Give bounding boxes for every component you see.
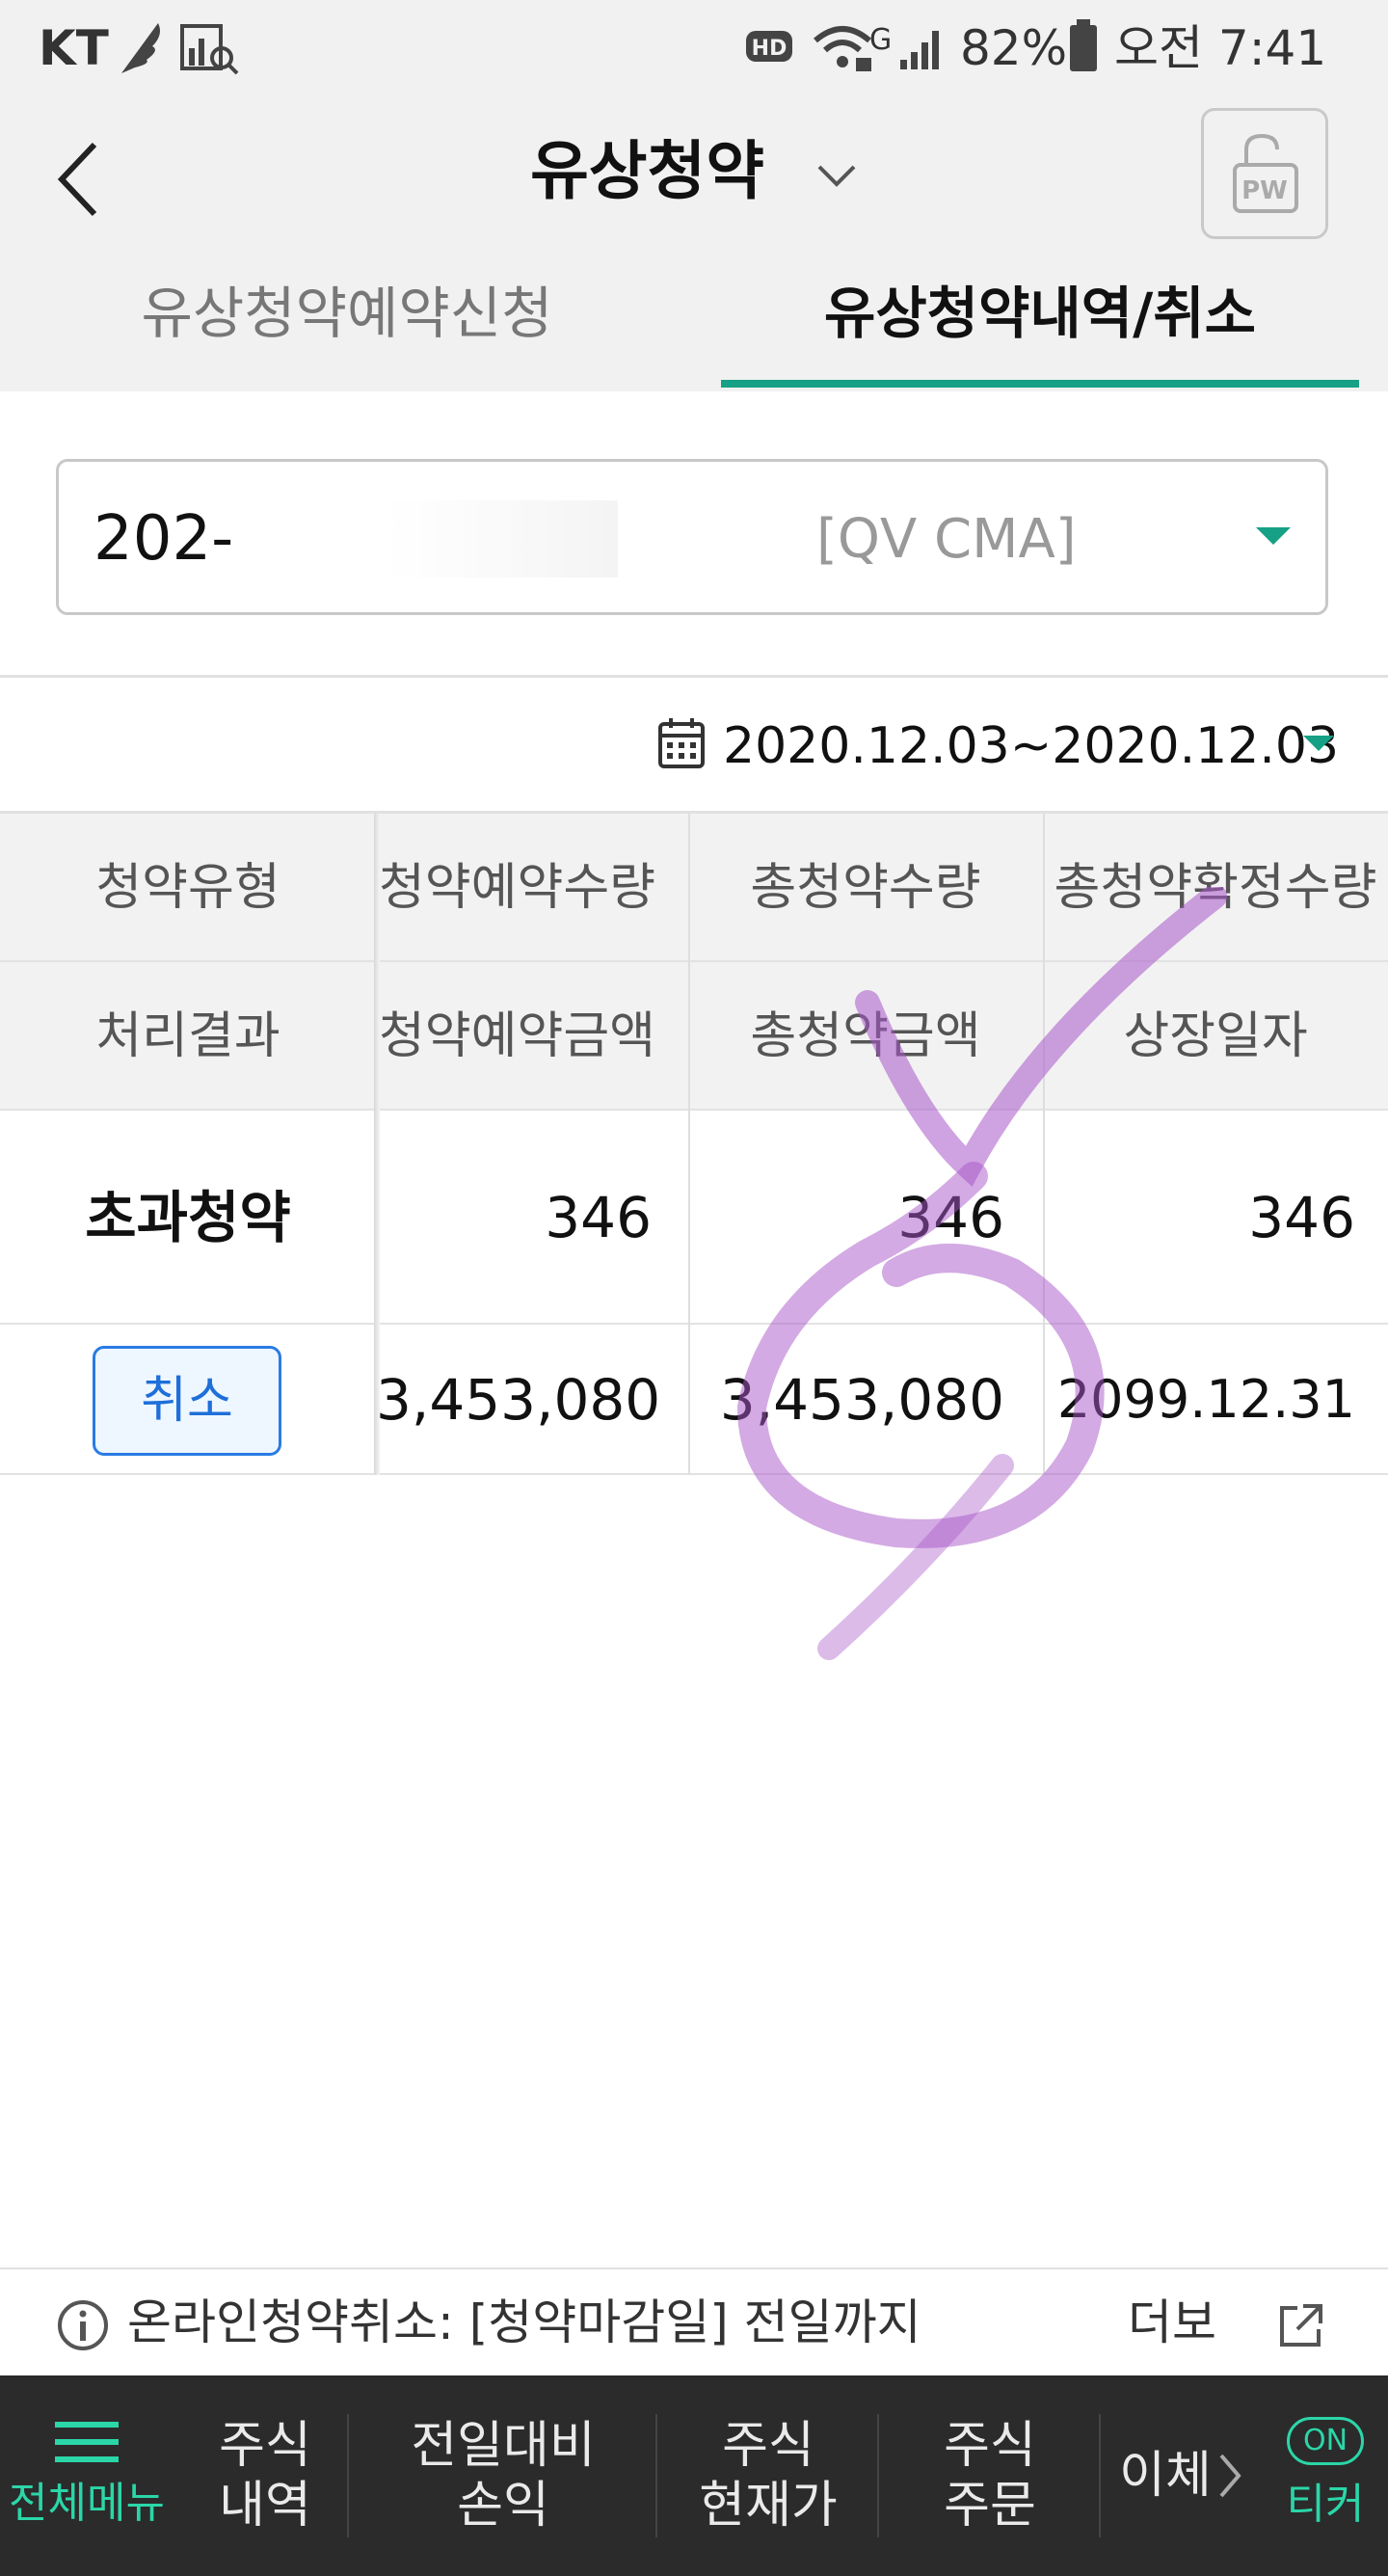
nav-label-line2: 현재가	[699, 2477, 838, 2535]
ticker-toggle[interactable]: ON 티커	[1263, 2375, 1388, 2576]
frozen-column-divider	[374, 814, 380, 1475]
clock: 오전 7:41	[1114, 20, 1327, 76]
nav-stock-order[interactable]: 주식 주문	[879, 2375, 1101, 2576]
nav-label-line1: 주식	[219, 2417, 311, 2475]
col-header-result: 처리결과	[0, 962, 376, 1111]
pw-lock-button[interactable]: PW	[1201, 108, 1328, 239]
cell-subscription-type: 초과청약	[0, 1111, 376, 1325]
cell-reserve-qty: 346	[376, 1111, 688, 1325]
carrier-label: KT	[39, 20, 109, 76]
network-label: G	[869, 23, 893, 57]
dropdown-arrow-icon	[1256, 527, 1291, 545]
hd-icon: HD	[746, 31, 792, 62]
chart-search-icon	[180, 24, 239, 75]
chevron-right-icon	[1219, 2454, 1241, 2498]
status-bar: KT HD G 82% 오전 7:41	[0, 0, 1388, 96]
hamburger-menu-icon	[55, 2422, 119, 2462]
battery-percent: 82%	[960, 20, 1068, 76]
active-tab-indicator	[721, 380, 1359, 388]
masked-region	[232, 500, 618, 577]
cell-reserve-amount: 3,453,080	[376, 1325, 688, 1475]
nav-label-line2: 내역	[219, 2477, 311, 2535]
signal-icon	[900, 31, 939, 69]
svg-text:HD: HD	[752, 37, 787, 61]
date-range-text: 2020.12.03~2020.12.03	[723, 717, 1340, 775]
nav-label-line2: 손익	[457, 2477, 549, 2535]
handwritten-annotation	[736, 887, 1227, 1660]
col-header-reserve-amount: 청약예약금액	[376, 962, 688, 1111]
tab-history-cancel[interactable]: 유상청약내역/취소	[721, 260, 1359, 366]
page-title-text: 유상청약	[530, 134, 764, 208]
more-link[interactable]: 더보	[1128, 2293, 1216, 2352]
nav-label-line1: 이체	[1119, 2447, 1212, 2505]
ticker-label: 티커	[1286, 2480, 1365, 2529]
column-divider	[688, 814, 690, 1475]
nav-label-line1: 전일대비	[411, 2417, 596, 2475]
all-menu-label: 전체메뉴	[9, 2479, 165, 2528]
info-icon	[58, 2300, 108, 2350]
tab-reservation[interactable]: 유상청약예약신청	[58, 260, 636, 366]
page-title[interactable]: 유상청약	[0, 133, 1388, 210]
all-menu-button[interactable]: 전체메뉴	[0, 2375, 174, 2576]
app-header: 유상청약 PW 유상청약예약신청 유상청약내역/취소	[0, 96, 1388, 391]
col-header-type: 청약유형	[0, 814, 376, 962]
calendar-icon	[658, 718, 705, 768]
external-link-icon[interactable]	[1276, 2302, 1324, 2350]
nav-separator	[1099, 2414, 1101, 2537]
nav-label-line1: 주식	[722, 2417, 814, 2475]
battery-icon	[1070, 19, 1097, 71]
nav-transfer[interactable]: 이체	[1108, 2375, 1253, 2576]
col-header-reserve-qty: 청약예약수량	[376, 814, 688, 962]
nav-daily-pnl[interactable]: 전일대비 손익	[349, 2375, 657, 2576]
nav-stock-history[interactable]: 주식 내역	[183, 2375, 347, 2576]
dropdown-arrow-icon	[1303, 736, 1334, 751]
notice-text: 온라인청약취소: [청약마감일] 전일까지	[127, 2294, 921, 2350]
nav-label-line1: 주식	[944, 2417, 1036, 2475]
chevron-down-icon	[817, 165, 856, 187]
feather-icon	[121, 23, 160, 73]
notice-bar: 온라인청약취소: [청약마감일] 전일까지 더보	[0, 2267, 1388, 2375]
pw-label: PW	[1241, 176, 1288, 205]
date-range-row[interactable]: 2020.12.03~2020.12.03	[0, 675, 1388, 814]
ticker-on-badge: ON	[1286, 2417, 1365, 2465]
bottom-nav: 전체메뉴 주식 내역 전일대비 손익 주식 현재가 주식 주문 이체 ON 티커	[0, 2375, 1388, 2576]
nav-stock-quote[interactable]: 주식 현재가	[657, 2375, 879, 2576]
account-select[interactable]: 202- [QV CMA]	[56, 459, 1328, 615]
nav-label-line2: 주문	[944, 2477, 1036, 2535]
cancel-button[interactable]: 취소	[93, 1346, 281, 1456]
account-type: [QV CMA]	[816, 508, 1077, 571]
account-number: 202-	[93, 503, 234, 575]
